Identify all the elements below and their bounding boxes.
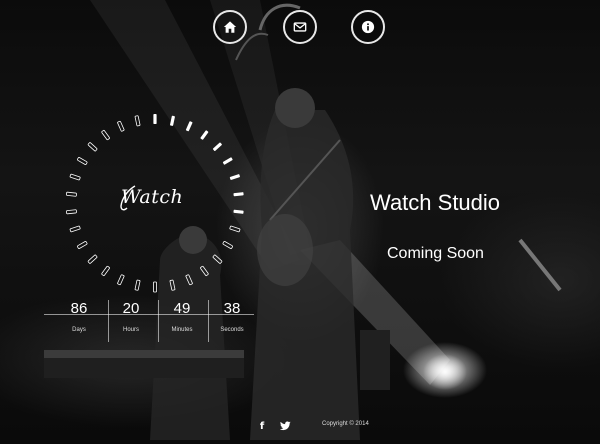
clock-tick — [134, 115, 141, 127]
clock-tick — [101, 265, 110, 277]
info-icon — [361, 20, 375, 34]
clock-tick — [200, 130, 209, 140]
clock-tick — [222, 157, 233, 165]
facebook-link[interactable]: f — [256, 420, 268, 432]
clock-tick — [185, 274, 193, 286]
clock-tick — [169, 279, 176, 291]
clock-tick — [101, 129, 110, 141]
home-button[interactable] — [213, 10, 247, 44]
countdown-hours: 20 Hours — [111, 300, 151, 335]
clock-tick — [87, 254, 98, 264]
clock-tick — [212, 142, 222, 151]
clock-tick — [153, 114, 157, 124]
copyright-text: Copyright © 2014 — [322, 421, 369, 427]
clock-tick — [77, 157, 88, 165]
clock-tick — [233, 209, 244, 214]
countdown-timer: 86 Days 20 Hours 49 Minutes 38 Seconds — [44, 300, 254, 344]
page-background: Watch 86 Days 20 Hours 49 Minutes 38 Sec… — [0, 0, 600, 444]
twitter-icon — [279, 421, 291, 431]
clock-tick — [229, 174, 240, 180]
clock-tick — [69, 225, 81, 233]
clock-tick — [87, 142, 98, 152]
countdown-hours-label: Hours — [122, 327, 139, 333]
clock-tick — [212, 254, 223, 264]
brand-logo: Watch — [121, 186, 184, 208]
clock-tick — [200, 265, 209, 277]
countdown-minutes-value: 49 — [173, 300, 191, 317]
countdown-hours-value: 20 — [122, 300, 140, 317]
hero-title: Watch Studio — [370, 190, 501, 215]
countdown-minutes-label: Minutes — [171, 327, 193, 333]
facebook-icon: f — [259, 420, 265, 432]
home-icon — [223, 21, 237, 33]
twitter-link[interactable] — [279, 420, 291, 432]
clock-tick — [77, 241, 88, 249]
countdown-days-label: Days — [72, 327, 86, 333]
countdown-minutes: 49 Minutes — [162, 300, 202, 335]
clock-tick — [170, 115, 175, 126]
countdown-separator — [108, 300, 109, 342]
clock-tick — [134, 279, 141, 291]
clock-tick — [222, 241, 233, 249]
info-button[interactable] — [351, 10, 385, 44]
clock-tick — [152, 281, 157, 293]
clock-tick — [117, 120, 125, 132]
clock-tick — [229, 225, 241, 233]
countdown-seconds-value: 38 — [223, 300, 241, 317]
countdown-seconds-label: Seconds — [220, 327, 244, 333]
clock-tick — [117, 274, 125, 286]
clock-tick — [233, 192, 244, 197]
envelope-icon — [293, 22, 307, 32]
contact-button[interactable] — [283, 10, 317, 44]
clock-tick — [65, 209, 77, 215]
clock-tick — [185, 121, 193, 132]
clock-tick — [65, 191, 77, 197]
countdown-separator — [208, 300, 209, 342]
countdown-seconds: 38 Seconds — [212, 300, 252, 335]
clock-tick — [69, 173, 81, 181]
countdown-days-value: 86 — [70, 300, 88, 317]
top-navigation — [0, 10, 600, 50]
countdown-days: 86 Days — [59, 300, 99, 335]
hero-subtitle: Coming Soon — [387, 245, 484, 262]
countdown-separator — [158, 300, 159, 342]
